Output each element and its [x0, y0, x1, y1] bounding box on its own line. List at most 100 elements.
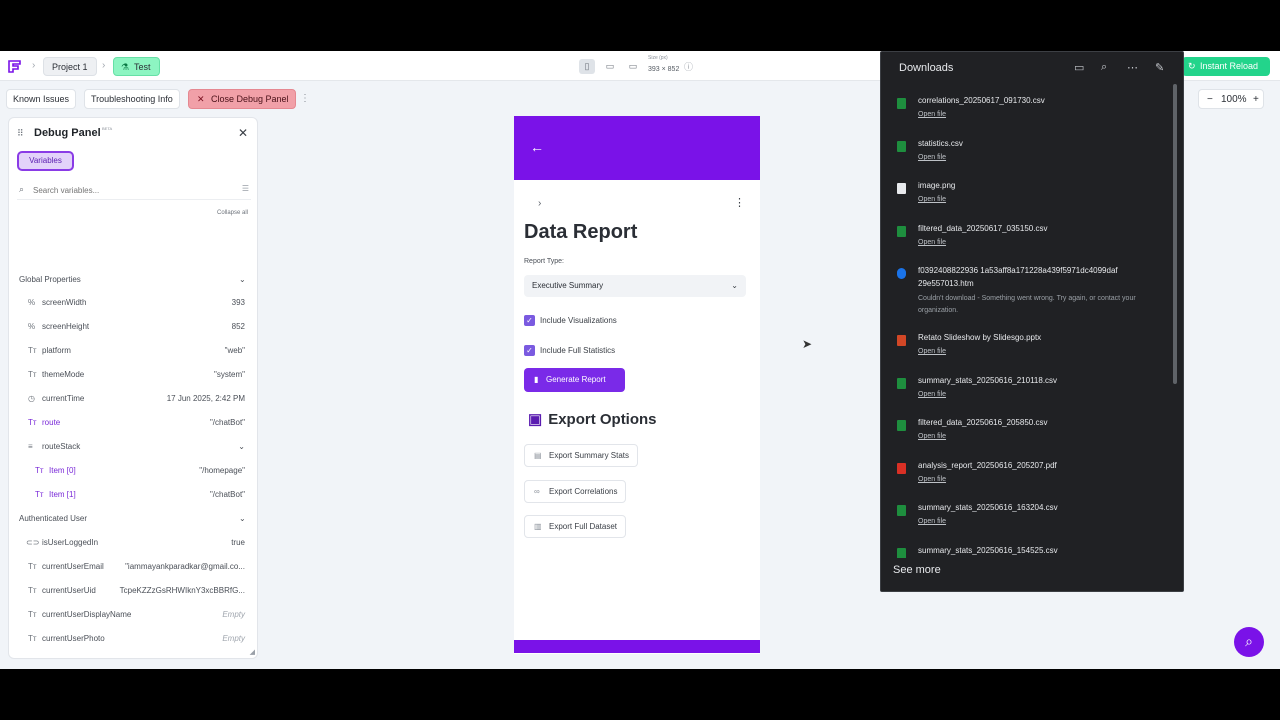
variable-name: currentUserUid: [42, 586, 96, 595]
open-file-link[interactable]: Open file: [918, 196, 946, 203]
close-icon[interactable]: ✕: [238, 126, 248, 140]
text-type-icon: Tт: [28, 586, 37, 595]
export-options-heading: ▣ Export Options: [528, 410, 657, 428]
variable-row[interactable]: Tт Item [1] "/chatBot": [9, 490, 257, 504]
variable-row[interactable]: Tт themeMode "system": [9, 370, 257, 384]
troubleshooting-info-button[interactable]: Troubleshooting Info: [84, 89, 180, 109]
global-properties-section[interactable]: Global Properties: [19, 275, 81, 284]
variable-name: themeMode: [42, 370, 85, 379]
collapse-all-button[interactable]: Collapse all: [217, 210, 248, 216]
instant-reload-button[interactable]: ↻ Instant Reload: [1182, 57, 1270, 76]
tab-variables[interactable]: Variables: [17, 151, 74, 171]
variable-value: true: [231, 538, 245, 547]
authenticated-user-section[interactable]: Authenticated User: [19, 514, 87, 523]
folder-icon[interactable]: ▭: [1074, 61, 1084, 74]
variable-value: 17 Jun 2025, 2:42 PM: [166, 394, 245, 403]
chevron-right-icon[interactable]: ›: [538, 198, 541, 209]
variable-row[interactable]: Tт currentUserEmail "iammayankparadkar@g…: [9, 562, 257, 576]
open-file-link[interactable]: Open file: [918, 518, 946, 525]
variable-row[interactable]: Tт currentUserPhoto Empty: [9, 634, 257, 648]
text-type-icon: Tт: [35, 490, 44, 499]
zoom-level[interactable]: 100%: [1221, 94, 1247, 105]
chevron-down-icon[interactable]: ⌄: [238, 442, 245, 451]
open-file-link[interactable]: Open file: [918, 433, 946, 440]
phone-device-icon[interactable]: ▯: [579, 59, 595, 74]
variable-row[interactable]: Tт route "/chatBot": [9, 418, 257, 432]
export-summary-stats-label: Export Summary Stats: [549, 451, 630, 460]
variable-name: route: [42, 418, 61, 427]
variable-row[interactable]: ◷ currentTime 17 Jun 2025, 2:42 PM: [9, 394, 257, 408]
variable-row[interactable]: % screenWidth 393: [9, 298, 257, 312]
csv-file-icon: [897, 420, 906, 431]
back-arrow-icon[interactable]: ←: [530, 139, 544, 155]
report-icon: ▮: [534, 375, 539, 384]
filter-icon[interactable]: ☰: [242, 184, 249, 193]
open-file-link[interactable]: Open file: [918, 239, 946, 246]
variable-row[interactable]: Tт currentUserUid TcpeKZZzGsRHWIknY3xcBB…: [9, 586, 257, 600]
more-horizontal-icon[interactable]: ⋯: [1127, 61, 1138, 74]
text-type-icon: Tт: [28, 346, 37, 355]
see-more-link[interactable]: See more: [893, 564, 941, 576]
open-file-link[interactable]: Open file: [918, 111, 946, 118]
resize-handle-icon[interactable]: ◢: [250, 648, 255, 656]
app-logo-icon[interactable]: [6, 57, 24, 75]
tablet-device-icon[interactable]: ▭: [602, 59, 618, 74]
zoom-in-icon[interactable]: +: [1253, 94, 1259, 105]
close-debug-panel-button[interactable]: ✕ Close Debug Panel: [188, 89, 296, 109]
chevron-down-icon[interactable]: ⌄: [239, 514, 246, 523]
variable-name: screenHeight: [42, 322, 90, 331]
export-full-dataset-button[interactable]: ▥ Export Full Dataset: [524, 515, 627, 538]
percent-type-icon: %: [28, 298, 36, 307]
report-type-dropdown[interactable]: Executive Summary ⌄: [524, 275, 746, 297]
variable-search: ⌕ ☰: [17, 182, 251, 200]
bottom-bar: [514, 640, 760, 653]
search-fab-icon[interactable]: ⌕: [1234, 627, 1264, 657]
chevron-down-icon[interactable]: ⌄: [239, 275, 246, 284]
chevron-down-icon: ⌄: [731, 281, 738, 290]
file-name: f0392408822936 1a53aff8a171228a439f5971d…: [918, 266, 1118, 275]
variable-row[interactable]: ⊂⊃ isUserLoggedIn true: [9, 538, 257, 552]
open-file-link[interactable]: Open file: [918, 476, 946, 483]
export-summary-stats-button[interactable]: ▤ Export Summary Stats: [524, 444, 639, 467]
variable-row[interactable]: Tт platform "web": [9, 346, 257, 360]
desktop-device-icon[interactable]: ▭: [625, 59, 641, 74]
size-label: Size (px): [648, 55, 668, 61]
csv-file-icon: [897, 226, 906, 237]
variable-row[interactable]: % screenHeight 852: [9, 322, 257, 336]
search-variables-input[interactable]: [33, 183, 223, 197]
test-mode-button[interactable]: ⚗ Test: [113, 57, 160, 76]
zoom-out-icon[interactable]: −: [1207, 94, 1213, 105]
zoom-control: − 100% +: [1198, 89, 1264, 109]
breadcrumb-project[interactable]: Project 1: [43, 57, 97, 76]
size-value[interactable]: 393 × 852: [648, 66, 679, 73]
variable-name: currentUserDisplayName: [42, 610, 132, 619]
more-options-icon[interactable]: ⋮: [300, 93, 310, 104]
open-file-link[interactable]: Open file: [918, 154, 946, 161]
more-vertical-icon[interactable]: ⋮: [734, 196, 745, 209]
variable-row[interactable]: Tт Item [0] "/homepage": [9, 466, 257, 480]
info-icon[interactable]: ⓘ: [684, 60, 693, 73]
generate-report-button[interactable]: ▮ Generate Report: [524, 368, 625, 392]
variable-value: 393: [231, 298, 245, 307]
open-file-link[interactable]: Open file: [918, 348, 946, 355]
beta-badge: BETA: [102, 126, 113, 131]
pdf-file-icon: [897, 463, 906, 474]
downloads-scrollbar[interactable]: [1173, 84, 1177, 384]
pin-icon[interactable]: ✎: [1155, 61, 1164, 74]
mouse-cursor-icon: ➤: [802, 337, 813, 351]
include-visualizations-checkbox[interactable]: ✓: [524, 315, 535, 326]
known-issues-button[interactable]: Known Issues: [6, 89, 77, 109]
export-correlations-button[interactable]: ∞ Export Correlations: [524, 480, 627, 503]
variable-row[interactable]: Tт currentUserDisplayName Empty: [9, 610, 257, 624]
instant-reload-label: Instant Reload: [1200, 61, 1259, 71]
breadcrumb-chevron-icon: ›: [32, 60, 36, 71]
variable-value: "system": [213, 370, 245, 379]
floppy-disk-icon: ▣: [528, 411, 543, 428]
open-file-link[interactable]: Open file: [918, 391, 946, 398]
drag-handle-icon[interactable]: ⠿: [17, 128, 24, 139]
search-icon[interactable]: ⌕: [1101, 61, 1107, 74]
file-name: summary_stats_20250616_210118.csv: [918, 376, 1058, 385]
variable-row[interactable]: ≡ routeStack ⌄: [9, 442, 257, 456]
include-full-statistics-checkbox[interactable]: ✓: [524, 345, 535, 356]
close-icon: ✕: [197, 94, 205, 104]
